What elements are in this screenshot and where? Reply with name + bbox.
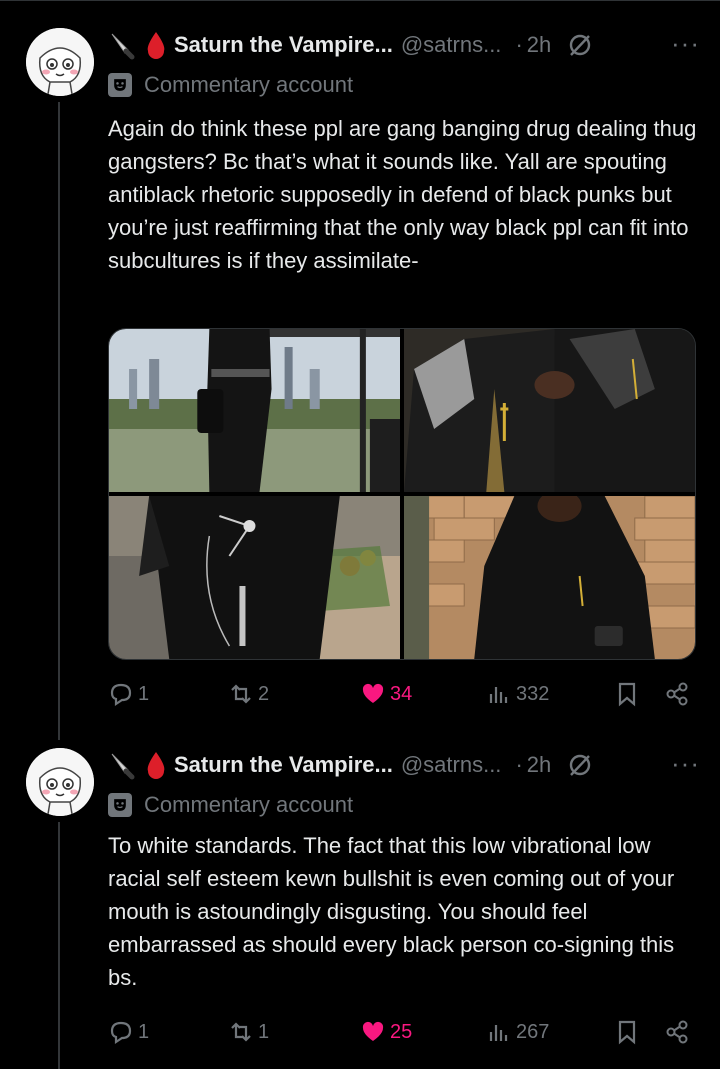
like-count: 34: [390, 682, 413, 705]
views-button[interactable]: 267: [486, 1017, 549, 1047]
tweet-header: Saturn the Vampire... @satrns... · 2h: [108, 30, 593, 60]
tweet-text: Again do think these ppl are gang bangin…: [108, 116, 697, 273]
grok-icon[interactable]: [567, 752, 593, 778]
more-options-icon[interactable]: ···: [671, 748, 700, 779]
share-icon: [666, 1020, 688, 1044]
avatar-image: [26, 748, 94, 816]
reply-icon: [110, 1021, 132, 1045]
views-chart-icon: [489, 687, 508, 703]
separator: ·: [515, 752, 523, 777]
handle[interactable]: @satrns...: [401, 752, 502, 778]
timestamp[interactable]: 2h: [527, 32, 551, 58]
repost-count: 1: [258, 1020, 270, 1043]
knife-icon: [108, 750, 138, 780]
repost-icon: [231, 1022, 251, 1042]
tweet-header: Saturn the Vampire... @satrns... · 2h: [108, 750, 593, 780]
avatar[interactable]: [26, 28, 94, 96]
automated-label: Commentary account: [108, 72, 353, 98]
reply-icon: [110, 683, 132, 707]
reply-count: 1: [138, 682, 150, 705]
display-name[interactable]: Saturn the Vampire...: [174, 752, 393, 778]
commentary-label-icon: [108, 793, 132, 817]
views-button[interactable]: 332: [486, 679, 549, 709]
more-options-icon[interactable]: ···: [671, 28, 700, 59]
media-photo[interactable]: [404, 496, 695, 659]
repost-count: 2: [258, 682, 270, 705]
reply-count: 1: [138, 1020, 150, 1043]
media-grid[interactable]: [108, 328, 696, 660]
media-photo[interactable]: [109, 496, 400, 659]
tweet-actions: 1 1 25 267: [108, 1017, 698, 1047]
tweet[interactable]: Saturn the Vampire... @satrns... · 2h ··…: [0, 740, 720, 1069]
heart-filled-icon: [362, 683, 384, 703]
views-count: 267: [516, 1020, 550, 1043]
views-count: 332: [516, 682, 550, 705]
bookmark-button[interactable]: [614, 1017, 644, 1047]
media-photo[interactable]: [404, 329, 695, 492]
label-text: Commentary account: [144, 72, 354, 97]
avatar-image: [26, 28, 94, 96]
commentary-label-icon: [108, 73, 132, 97]
share-button[interactable]: [664, 679, 694, 709]
repost-button[interactable]: 2: [228, 679, 269, 709]
automated-label: Commentary account: [108, 792, 353, 818]
repost-icon: [231, 684, 251, 704]
tweet-actions: 1 2 34 332: [108, 679, 698, 709]
label-text: Commentary account: [144, 792, 354, 817]
separator: ·: [515, 32, 523, 57]
avatar[interactable]: [26, 748, 94, 816]
share-icon: [666, 682, 688, 706]
share-button[interactable]: [664, 1017, 694, 1047]
timestamp[interactable]: 2h: [527, 752, 551, 778]
grok-icon[interactable]: [567, 32, 593, 58]
reply-button[interactable]: 1: [108, 1017, 149, 1047]
blood-drop-icon: [144, 750, 168, 780]
reply-button[interactable]: 1: [108, 679, 149, 709]
handle[interactable]: @satrns...: [401, 32, 502, 58]
like-button[interactable]: 25: [360, 1017, 412, 1047]
bookmark-icon: [618, 1020, 636, 1045]
bookmark-button[interactable]: [614, 679, 644, 709]
views-chart-icon: [489, 1025, 508, 1041]
repost-button[interactable]: 1: [228, 1017, 269, 1047]
heart-filled-icon: [362, 1021, 384, 1041]
media-photo[interactable]: [109, 329, 400, 492]
tweet-text: To white standards. The fact that this l…: [108, 833, 675, 990]
bookmark-icon: [618, 682, 636, 707]
blood-drop-icon: [144, 30, 168, 60]
like-count: 25: [390, 1020, 413, 1043]
knife-icon: [108, 30, 138, 60]
tweet[interactable]: Saturn the Vampire... @satrns... · 2h ··…: [0, 0, 720, 740]
display-name[interactable]: Saturn the Vampire...: [174, 32, 393, 58]
like-button[interactable]: 34: [360, 679, 412, 709]
